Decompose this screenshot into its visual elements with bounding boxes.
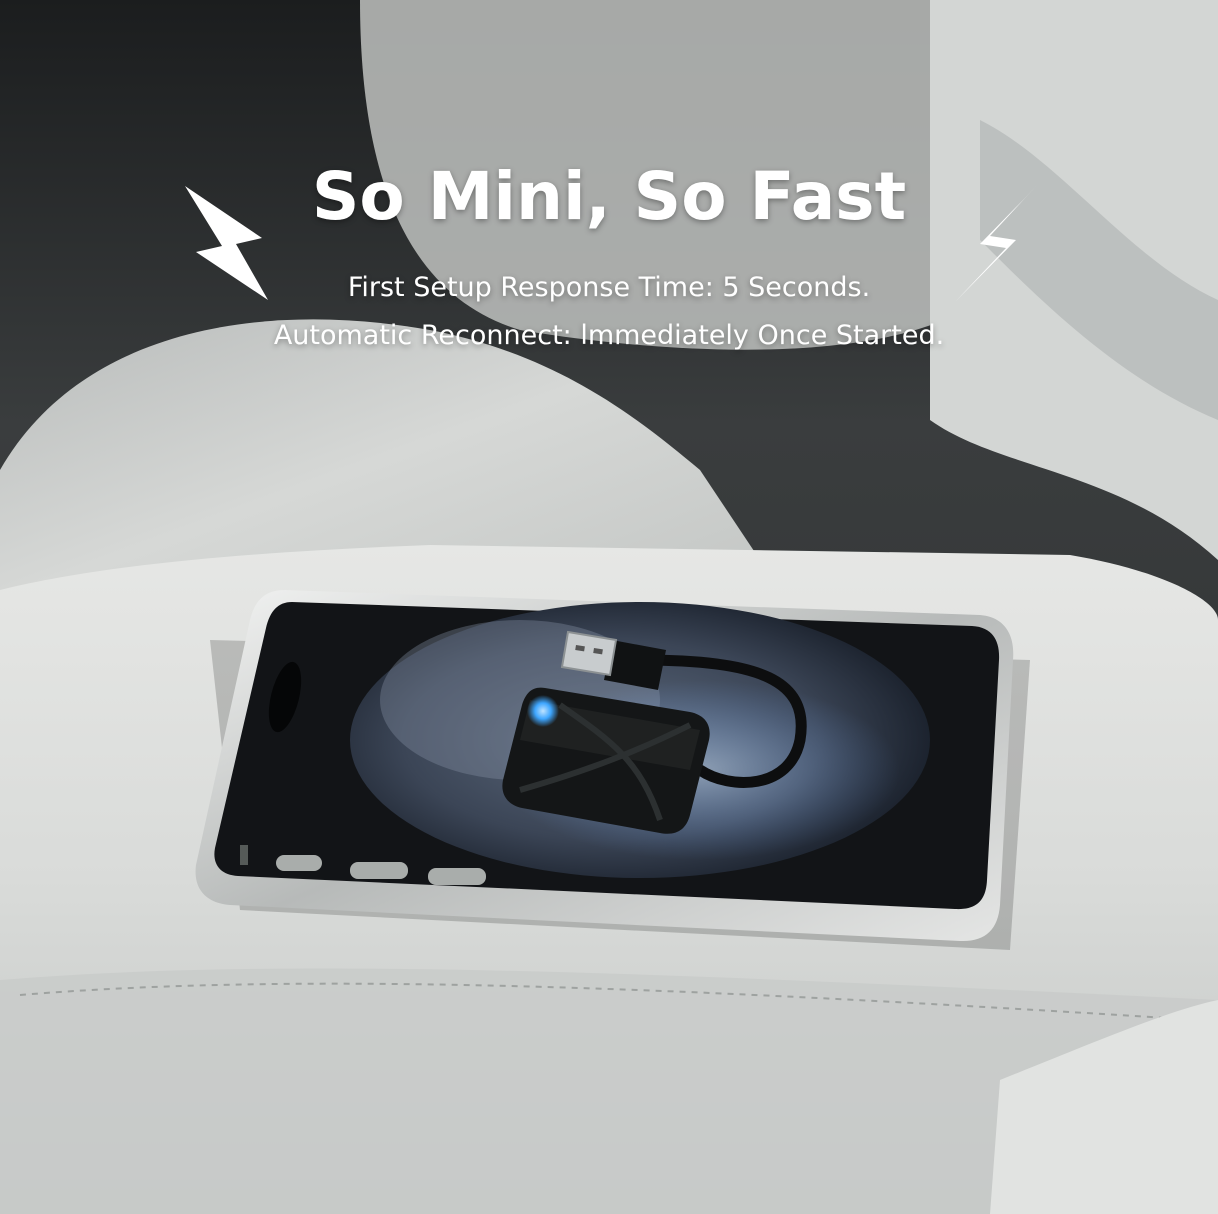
headline-line-1: First Setup Response Time: 5 Seconds. [347, 272, 871, 303]
phone-band [240, 845, 248, 865]
headline-title: So Mini, So Fast [311, 158, 907, 235]
phone-button [276, 855, 322, 871]
phone-button [350, 862, 408, 879]
usb-connector [560, 630, 618, 677]
adapter-led [527, 695, 559, 727]
phone-button [428, 868, 486, 885]
headline-line-2: Automatic Reconnect: lmmediately Once St… [273, 320, 945, 351]
product-photo: So Mini, So Fast First Setup Response Ti… [0, 0, 1218, 1214]
